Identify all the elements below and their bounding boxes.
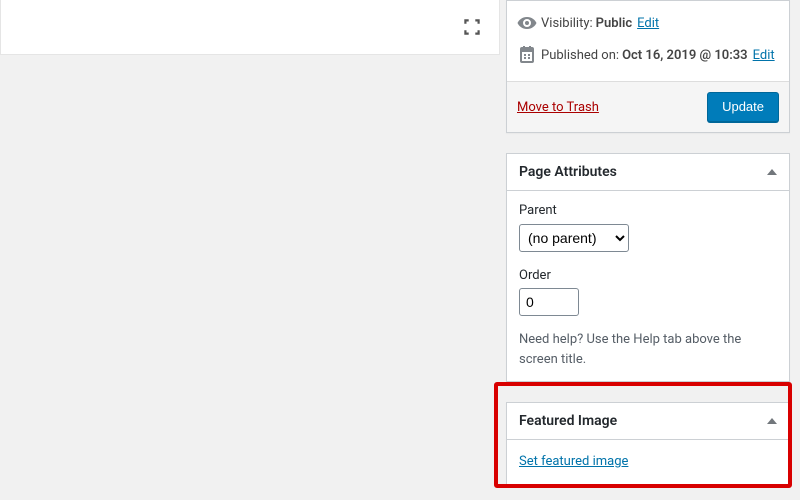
visibility-value: Public (596, 16, 632, 31)
published-label: Published on: (541, 48, 619, 63)
editor-area (0, 0, 500, 500)
published-edit-link[interactable]: Edit (753, 48, 775, 63)
featured-image-header[interactable]: Featured Image (507, 403, 789, 440)
parent-label: Parent (519, 201, 777, 221)
visibility-label: Visibility: (541, 16, 593, 31)
page-attributes-title: Page Attributes (519, 164, 617, 180)
chevron-up-icon[interactable] (767, 418, 777, 424)
featured-image-title: Featured Image (519, 413, 617, 429)
visibility-row: Visibility: Public Edit (517, 7, 779, 39)
page-attributes-metabox: Page Attributes Parent (no parent) Order… (506, 153, 790, 382)
update-button[interactable]: Update (707, 92, 779, 122)
order-input[interactable] (519, 288, 579, 316)
publish-metabox: Visibility: Public Edit Published on: Oc… (506, 0, 790, 133)
publish-actions: Move to Trash Update (507, 81, 789, 132)
move-to-trash-link[interactable]: Move to Trash (517, 100, 599, 115)
chevron-up-icon[interactable] (767, 169, 777, 175)
order-label: Order (519, 266, 777, 286)
calendar-icon (517, 45, 537, 65)
sidebar: Visibility: Public Edit Published on: Oc… (500, 0, 800, 500)
featured-image-metabox: Featured Image Set featured image (506, 402, 790, 485)
parent-select[interactable]: (no parent) (519, 224, 629, 252)
visibility-icon (517, 13, 537, 33)
visibility-edit-link[interactable]: Edit (637, 16, 659, 31)
fullscreen-icon[interactable] (461, 16, 483, 38)
published-row: Published on: Oct 16, 2019 @ 10:33 Edit (517, 39, 779, 71)
published-value: Oct 16, 2019 @ 10:33 (622, 48, 748, 63)
editor-content-box (0, 0, 500, 55)
set-featured-image-link[interactable]: Set featured image (519, 454, 628, 469)
page-attributes-help: Need help? Use the Help tab above the sc… (519, 330, 777, 369)
page-attributes-header[interactable]: Page Attributes (507, 154, 789, 191)
